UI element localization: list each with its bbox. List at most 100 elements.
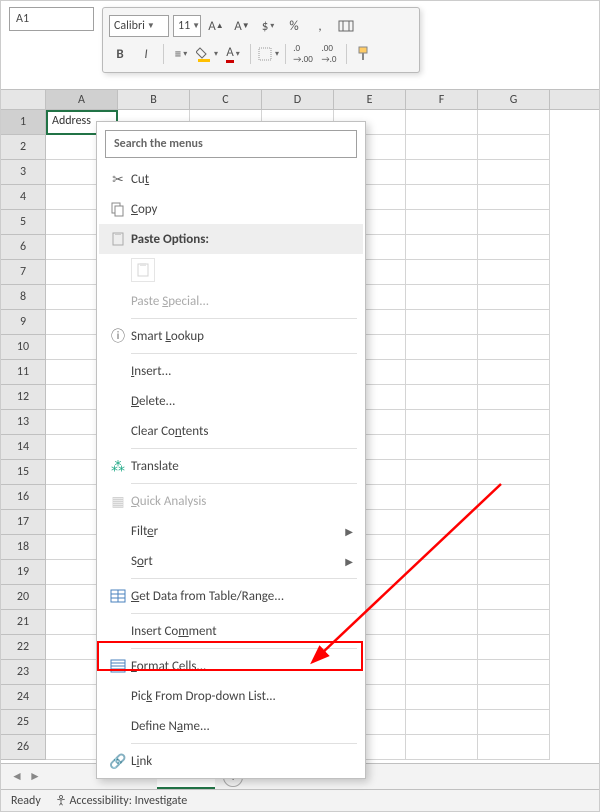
cell[interactable] <box>478 285 550 310</box>
cell[interactable] <box>406 260 478 285</box>
row-header[interactable]: 5 <box>1 210 46 235</box>
cell[interactable] <box>406 335 478 360</box>
row-header[interactable]: 20 <box>1 585 46 610</box>
decrease-font-icon[interactable]: A▼ <box>231 15 253 37</box>
font-size-select[interactable]: 11▼ <box>173 15 201 37</box>
cell[interactable] <box>478 135 550 160</box>
row-header[interactable]: 19 <box>1 560 46 585</box>
row-header[interactable]: 18 <box>1 535 46 560</box>
cell[interactable] <box>478 560 550 585</box>
col-header-b[interactable]: B <box>118 90 190 109</box>
row-header[interactable]: 22 <box>1 635 46 660</box>
cell[interactable] <box>406 485 478 510</box>
cell[interactable] <box>478 510 550 535</box>
accessibility-status[interactable]: Accessibility: Investigate <box>55 794 187 808</box>
menu-define-name[interactable]: Define Name... <box>99 711 363 741</box>
cell[interactable] <box>406 660 478 685</box>
fill-color-button[interactable]: ▾ <box>196 43 218 65</box>
bold-button[interactable]: B <box>109 43 131 65</box>
cell[interactable] <box>478 110 550 135</box>
row-header[interactable]: 2 <box>1 135 46 160</box>
row-header[interactable]: 23 <box>1 660 46 685</box>
cell[interactable] <box>406 310 478 335</box>
cell[interactable] <box>478 360 550 385</box>
row-header[interactable]: 11 <box>1 360 46 385</box>
merge-button[interactable] <box>335 15 357 37</box>
percent-button[interactable]: % <box>283 15 305 37</box>
cell[interactable] <box>406 510 478 535</box>
cell[interactable] <box>406 635 478 660</box>
italic-button[interactable]: I <box>135 43 157 65</box>
cell[interactable] <box>406 360 478 385</box>
col-header-c[interactable]: C <box>190 90 262 109</box>
row-header[interactable]: 15 <box>1 460 46 485</box>
cell[interactable] <box>478 210 550 235</box>
font-color-button[interactable]: A▾ <box>222 43 244 65</box>
cell[interactable] <box>406 410 478 435</box>
cell[interactable] <box>478 710 550 735</box>
row-header[interactable]: 4 <box>1 185 46 210</box>
row-header[interactable]: 7 <box>1 260 46 285</box>
cell[interactable] <box>478 485 550 510</box>
row-header[interactable]: 1 <box>1 110 46 135</box>
cell[interactable] <box>406 610 478 635</box>
cell[interactable] <box>478 460 550 485</box>
cell[interactable] <box>406 560 478 585</box>
menu-translate[interactable]: ⁂ Translate <box>99 451 363 481</box>
menu-insert[interactable]: Insert... <box>99 356 363 386</box>
cell[interactable] <box>406 710 478 735</box>
cell[interactable] <box>478 185 550 210</box>
cell[interactable] <box>478 635 550 660</box>
cell[interactable] <box>478 160 550 185</box>
cell[interactable] <box>478 260 550 285</box>
menu-smart-lookup[interactable]: ⓘ Smart Lookup <box>99 321 363 351</box>
col-header-g[interactable]: G <box>478 90 550 109</box>
cell[interactable] <box>406 110 478 135</box>
cell[interactable] <box>406 160 478 185</box>
row-header[interactable]: 16 <box>1 485 46 510</box>
col-header-e[interactable]: E <box>334 90 406 109</box>
col-header-d[interactable]: D <box>262 90 334 109</box>
row-header[interactable]: 9 <box>1 310 46 335</box>
col-header-f[interactable]: F <box>406 90 478 109</box>
row-header[interactable]: 25 <box>1 710 46 735</box>
cell[interactable] <box>478 410 550 435</box>
cell[interactable] <box>406 460 478 485</box>
menu-sort[interactable]: Sort▶ <box>99 546 363 576</box>
menu-delete[interactable]: Delete... <box>99 386 363 416</box>
name-box[interactable]: A1 <box>9 7 94 31</box>
row-header[interactable]: 26 <box>1 735 46 760</box>
cell[interactable] <box>406 235 478 260</box>
align-button[interactable]: ≡▾ <box>170 43 192 65</box>
row-header[interactable]: 10 <box>1 335 46 360</box>
menu-clear-contents[interactable]: Clear Contents <box>99 416 363 446</box>
row-header[interactable]: 8 <box>1 285 46 310</box>
cell[interactable] <box>406 210 478 235</box>
cell[interactable] <box>478 685 550 710</box>
increase-font-icon[interactable]: A▲ <box>205 15 227 37</box>
menu-format-cells[interactable]: Format Cells... <box>99 651 363 681</box>
row-header[interactable]: 21 <box>1 610 46 635</box>
menu-insert-comment[interactable]: Insert Comment <box>99 616 363 646</box>
cell[interactable] <box>406 285 478 310</box>
cell[interactable] <box>478 610 550 635</box>
currency-button[interactable]: $▾ <box>257 15 279 37</box>
cell[interactable] <box>478 385 550 410</box>
row-header[interactable]: 14 <box>1 435 46 460</box>
cell[interactable] <box>406 185 478 210</box>
paste-default-icon[interactable] <box>131 258 155 282</box>
tab-nav-next[interactable]: ► <box>27 769 43 784</box>
cell[interactable] <box>478 235 550 260</box>
cell[interactable] <box>478 335 550 360</box>
cell[interactable] <box>478 310 550 335</box>
cell[interactable] <box>406 735 478 760</box>
menu-cut[interactable]: ✂ Cut <box>99 164 363 194</box>
col-header-a[interactable]: A <box>46 90 118 109</box>
menu-copy[interactable]: Copy <box>99 194 363 224</box>
font-name-select[interactable]: Calibri▼ <box>109 15 169 37</box>
search-menus-input[interactable]: Search the menus <box>105 130 357 158</box>
row-header[interactable]: 24 <box>1 685 46 710</box>
borders-button[interactable]: ▾ <box>257 43 279 65</box>
cell[interactable] <box>478 435 550 460</box>
tab-nav-prev[interactable]: ◄ <box>9 769 25 784</box>
